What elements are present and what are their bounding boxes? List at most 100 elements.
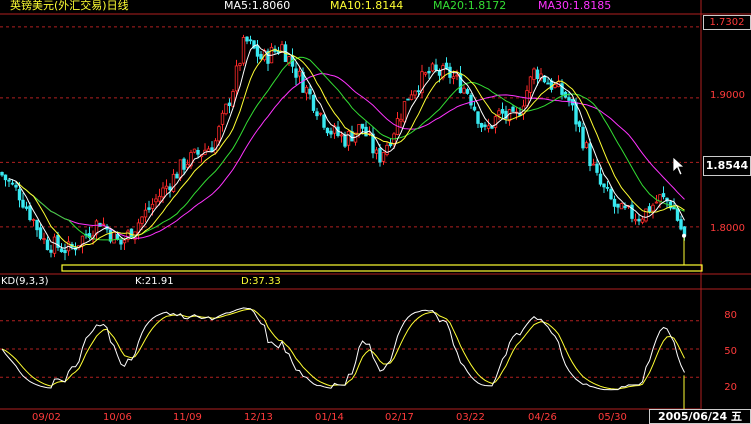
candle-up xyxy=(112,231,116,244)
candle-up xyxy=(143,209,148,218)
ma5-label: MA5:1.8060 xyxy=(224,0,291,12)
date-label: 01/14 xyxy=(315,412,344,423)
ma10-line xyxy=(15,48,685,249)
ma20-label: MA20:1.8172 xyxy=(433,0,507,12)
candle-down xyxy=(476,111,480,124)
candle-down xyxy=(28,205,32,221)
candle-down xyxy=(343,134,347,147)
candle-down xyxy=(469,94,473,106)
candle-down xyxy=(325,127,330,134)
chart-root[interactable]: 英镑美元(外汇交易)日线 MA5:1.8060 MA10:1.8144 MA20… xyxy=(0,0,751,424)
candle-down xyxy=(581,126,585,149)
candle-up xyxy=(154,198,158,203)
candle-up xyxy=(640,218,645,223)
candle-down xyxy=(35,219,39,231)
candle-down xyxy=(17,189,22,201)
candle-down xyxy=(14,184,18,188)
candle-up xyxy=(455,74,459,77)
candle-up xyxy=(217,126,221,142)
candle-up xyxy=(234,65,239,92)
candle-down xyxy=(59,248,64,253)
candle-up xyxy=(644,208,648,222)
candle-up xyxy=(451,76,456,79)
candle-down xyxy=(360,123,365,129)
mouse-cursor-icon xyxy=(672,156,684,176)
d-value: D:37.33 xyxy=(241,276,281,287)
candle-up xyxy=(304,86,309,94)
price-top-label: 1.7302 xyxy=(703,15,751,30)
candle-up xyxy=(178,159,183,179)
candle-down xyxy=(45,239,50,251)
candle-up xyxy=(297,70,302,77)
candle-down xyxy=(588,143,592,167)
candle-down xyxy=(38,227,43,239)
price-tick: 1.9000 xyxy=(710,90,745,101)
frame xyxy=(0,0,751,422)
candle-up xyxy=(357,124,361,135)
candle-down xyxy=(630,204,634,219)
grid xyxy=(0,26,700,378)
candle-up xyxy=(374,149,379,154)
candle-up xyxy=(318,112,323,115)
candle-up xyxy=(486,125,491,129)
candle-up xyxy=(220,112,225,125)
candle-up xyxy=(161,187,165,198)
candle-up xyxy=(619,203,624,210)
candle-down xyxy=(577,121,582,127)
candle-down xyxy=(598,173,603,185)
candle-up xyxy=(31,219,36,221)
date-label: 09/02 xyxy=(32,412,61,423)
candle-up xyxy=(42,238,46,240)
candle-up xyxy=(497,110,501,116)
candle-up xyxy=(185,163,190,168)
candle-down xyxy=(602,183,606,188)
candle-up xyxy=(413,90,417,96)
date-label: 12/13 xyxy=(244,412,273,423)
candle-down xyxy=(511,106,515,112)
candle-down xyxy=(500,109,505,114)
candle-down xyxy=(637,218,641,222)
candle-down xyxy=(427,70,431,74)
price-tick: 1.8000 xyxy=(710,223,745,234)
chart-svg[interactable] xyxy=(0,0,751,422)
candle-down xyxy=(546,82,550,85)
kd-tick: 50 xyxy=(724,346,737,357)
candle-down xyxy=(168,186,172,191)
candle-down xyxy=(623,205,627,209)
candle-down xyxy=(483,124,487,127)
candle-up xyxy=(52,236,57,254)
candle-down xyxy=(595,163,599,173)
date-label: 10/06 xyxy=(103,412,132,423)
candle-down xyxy=(679,219,683,230)
candle-up xyxy=(150,203,155,209)
candle-up xyxy=(532,68,536,80)
candle-down xyxy=(612,198,617,207)
candle-down xyxy=(10,182,15,185)
ma20-line xyxy=(22,56,685,241)
k-value: K:21.91 xyxy=(135,276,174,287)
candle-down xyxy=(294,68,298,78)
candle-down xyxy=(616,203,620,208)
candle-up xyxy=(238,63,242,66)
selection-range xyxy=(61,264,703,272)
candle-up xyxy=(591,163,596,166)
chart-title: 英镑美元(外汇交易)日线 xyxy=(10,0,129,12)
date-label: 04/26 xyxy=(528,412,557,423)
candle-up xyxy=(140,216,144,224)
candle-down xyxy=(196,149,200,155)
ma10-label: MA10:1.8144 xyxy=(330,0,404,12)
candle-up xyxy=(633,219,638,222)
candle-down xyxy=(675,208,680,221)
candle-up xyxy=(381,152,386,162)
date-label: 05/30 xyxy=(598,412,627,423)
candle-down xyxy=(560,83,564,95)
candle-down xyxy=(227,102,232,106)
candle-up xyxy=(385,144,389,155)
candle-down xyxy=(49,249,53,253)
kd-label: KD(9,3,3) xyxy=(1,276,49,287)
candle-up xyxy=(462,87,466,94)
candle-up xyxy=(213,140,218,154)
candle-down xyxy=(119,239,123,245)
candle-down xyxy=(647,206,652,213)
kd-tick: 80 xyxy=(724,310,737,321)
